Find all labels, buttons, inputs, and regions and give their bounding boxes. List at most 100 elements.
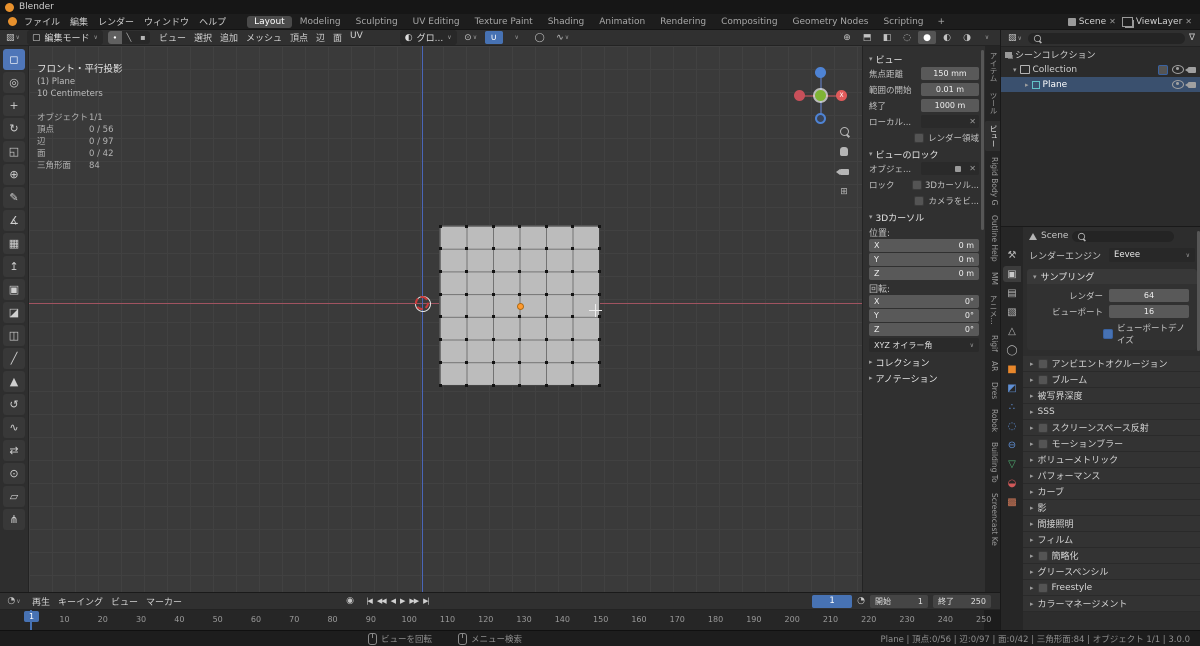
shading-wireframe-button[interactable]: ◌ <box>898 31 916 44</box>
tool-cursor[interactable]: ◎ <box>3 72 25 93</box>
frame-start-field[interactable]: 開始 1 <box>870 594 928 608</box>
scene-tab[interactable]: △ <box>1003 323 1021 339</box>
playback-next-keyframe-button[interactable]: ▶▶ <box>407 597 420 605</box>
vertex[interactable] <box>465 360 468 364</box>
viewport-menu-item[interactable]: 選択 <box>190 31 216 44</box>
section-checkbox[interactable] <box>1037 438 1048 449</box>
properties-section-header[interactable]: ▸ フィルム <box>1023 532 1200 548</box>
gizmo-z-positive[interactable] <box>815 67 826 78</box>
tool-poly-build[interactable]: ▲ <box>3 371 25 392</box>
tool-edge-slide[interactable]: ⇄ <box>3 440 25 461</box>
playback-play-reverse-button[interactable]: ◀ <box>389 597 397 605</box>
vertex[interactable] <box>597 383 601 387</box>
hide-eye-icon[interactable] <box>1172 80 1184 89</box>
vertex[interactable] <box>491 338 495 342</box>
outliner-row-scene-collection[interactable]: シーンコレクション <box>1001 47 1200 62</box>
vertex[interactable] <box>518 224 521 228</box>
vertex-select-button[interactable]: ∙ <box>107 31 122 44</box>
topbar-menu-item[interactable]: レンダー <box>93 15 139 28</box>
vertex[interactable] <box>571 224 574 228</box>
cursor-panel-header[interactable]: ▾ 3Dカーソル <box>869 210 979 224</box>
npanel-tab[interactable]: Robok <box>985 405 1000 436</box>
view-layer-tab[interactable]: ▧ <box>1003 304 1021 320</box>
axis-value-field[interactable]: Y 0° <box>869 309 979 322</box>
vertex[interactable] <box>491 269 495 273</box>
sampling-panel-header[interactable]: ▾ サンプリング <box>1027 269 1197 284</box>
playhead-badge[interactable]: 1 <box>24 611 39 622</box>
clear-icon[interactable]: ✕ <box>969 117 976 126</box>
tool-bevel[interactable]: ◪ <box>3 302 25 323</box>
topbar-menu-item[interactable]: ファイル <box>19 15 65 28</box>
vertex[interactable] <box>518 247 521 251</box>
properties-section-header[interactable]: ▸ SSS <box>1023 404 1200 420</box>
render-region-checkbox[interactable] <box>913 132 924 143</box>
shading-rendered-button[interactable]: ◑ <box>958 31 976 44</box>
properties-section-header[interactable]: ▸ 簡略化 <box>1023 548 1200 564</box>
camera-to-view-checkbox[interactable] <box>914 195 925 206</box>
add-workspace-button[interactable]: + <box>932 16 952 28</box>
navigation-gizmo[interactable]: X <box>787 62 855 130</box>
workspace-tab[interactable]: Scripting <box>876 16 930 28</box>
timeline-editor-dropdown[interactable]: ◔ ∨ <box>5 595 23 608</box>
vertex[interactable] <box>518 360 521 364</box>
properties-section-header[interactable]: ▸ グリースペンシル <box>1023 564 1200 580</box>
properties-section-header[interactable]: ▸ 影 <box>1023 500 1200 516</box>
focal-length-field[interactable]: 150 mm <box>921 67 979 80</box>
vertex[interactable] <box>571 292 574 296</box>
pan-button[interactable] <box>837 144 852 159</box>
vertex[interactable] <box>597 315 601 319</box>
current-frame-field[interactable]: 1 <box>812 594 853 608</box>
tool-rip-region[interactable]: ⋔ <box>3 509 25 530</box>
properties-section-header[interactable]: ▸ ブルーム <box>1023 372 1200 388</box>
axis-value-field[interactable]: Y0 m <box>869 253 979 266</box>
show-gizmos-toggle[interactable]: ⊕ <box>838 31 856 44</box>
viewport-menu-item[interactable]: 追加 <box>216 31 242 44</box>
workspace-tab[interactable]: Animation <box>592 16 652 28</box>
hide-eye-icon[interactable] <box>1172 65 1184 74</box>
viewport-3d[interactable]: フロント・平行投影 (1) Plane 10 Centimeters オブジェク… <box>29 46 862 592</box>
workspace-tab[interactable]: Shading <box>541 16 592 28</box>
properties-section-header[interactable]: ▸ カラーマネージメント <box>1023 596 1200 612</box>
tool-annotate[interactable]: ✎ <box>3 187 25 208</box>
timeline-menu-item[interactable]: キーイング <box>54 595 107 608</box>
npanel-tab[interactable]: アニメ... <box>985 291 1000 329</box>
editor-type-dropdown[interactable]: ▧ ∨ <box>4 31 22 44</box>
vertex[interactable] <box>491 360 495 364</box>
axis-value-field[interactable]: Z 0° <box>869 323 979 336</box>
gizmo-x-positive[interactable]: X <box>836 90 847 101</box>
view-layer-selector[interactable]: ViewLayer ✕ <box>1121 16 1192 27</box>
shading-material-button[interactable]: ◐ <box>938 31 956 44</box>
vertex[interactable] <box>518 292 521 296</box>
collections-panel-header[interactable]: ▸ コレクション <box>869 355 979 369</box>
vertex[interactable] <box>465 247 468 251</box>
workspace-tab[interactable]: Sculpting <box>349 16 405 28</box>
view-layer-unlink-icon[interactable]: ✕ <box>1185 17 1192 26</box>
tool-select-box[interactable]: ◻ <box>3 49 25 70</box>
vertex[interactable] <box>465 269 468 273</box>
npanel-tab[interactable]: Screencast Ke <box>985 489 1000 550</box>
vertex[interactable] <box>597 360 601 364</box>
workspace-tab[interactable]: Modeling <box>293 16 348 28</box>
viewport-menu-item[interactable]: 辺 <box>312 31 329 44</box>
viewport-menu-item[interactable]: ビュー <box>155 31 190 44</box>
viewport-menu-item[interactable]: 頂点 <box>286 31 312 44</box>
vertex[interactable] <box>544 292 548 296</box>
vertex[interactable] <box>438 383 442 387</box>
vertex[interactable] <box>438 247 442 251</box>
npanel-tab[interactable]: Outline Help <box>985 211 1000 266</box>
properties-section-header[interactable]: ▸ スクリーンスペース反射 <box>1023 420 1200 436</box>
view-panel-header[interactable]: ▾ ビュー <box>869 52 979 66</box>
render-samples-field[interactable]: 64 <box>1109 289 1189 302</box>
pivot-point-dropdown[interactable]: ⊙ ∨ <box>462 31 480 44</box>
vertex[interactable] <box>571 247 574 251</box>
vertex[interactable] <box>544 360 548 364</box>
vertex[interactable] <box>518 338 521 342</box>
vertex[interactable] <box>438 315 442 319</box>
camera-view-button[interactable] <box>835 164 852 179</box>
workspace-tab[interactable]: UV Editing <box>406 16 467 28</box>
collection-checkbox[interactable] <box>1158 64 1168 75</box>
playback-play-button[interactable]: ▶ <box>398 597 406 605</box>
properties-section-header[interactable]: ▸ Freestyle <box>1023 580 1200 596</box>
outliner-row-collection[interactable]: ▾ Collection <box>1001 62 1200 77</box>
topbar-menu-item[interactable]: 編集 <box>65 15 93 28</box>
